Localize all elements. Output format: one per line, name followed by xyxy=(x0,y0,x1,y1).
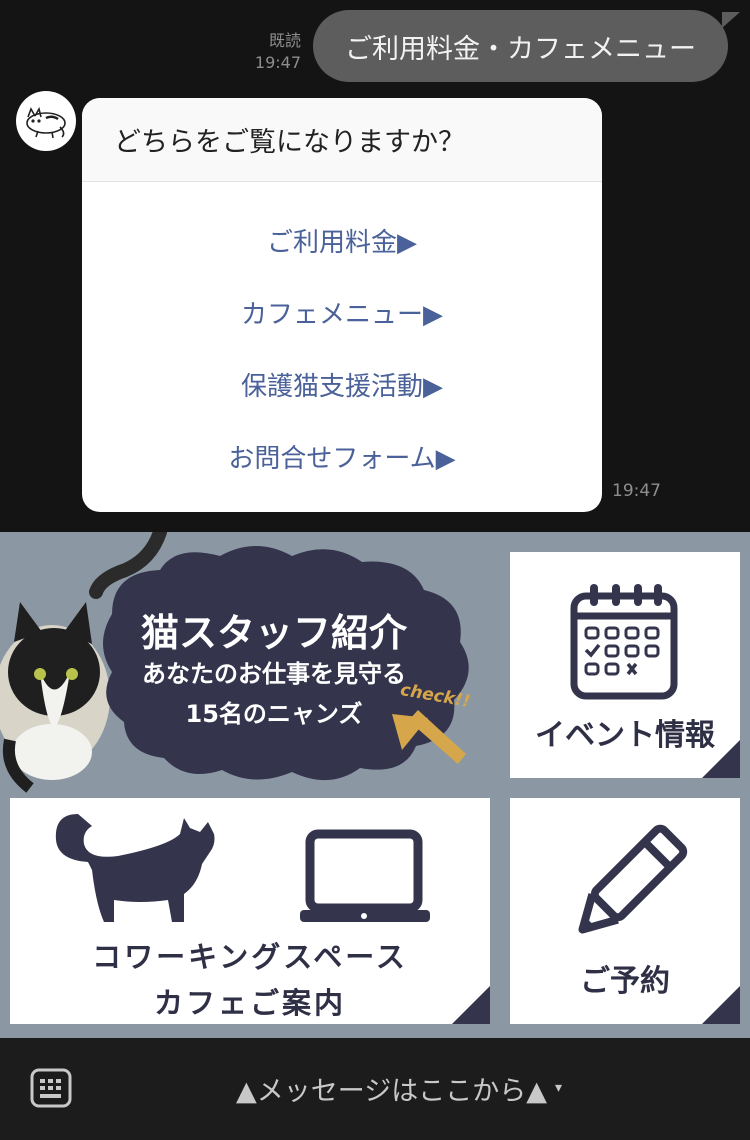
coworking-cafe-tile[interactable]: コワーキングスペース カフェご案内 xyxy=(10,798,490,1024)
rich-menu-toggle[interactable]: ▲メッセージはここから▲ ▾ xyxy=(236,1068,562,1108)
chevron-down-icon: ▾ xyxy=(555,1080,563,1096)
read-receipt: 既読 xyxy=(268,31,301,50)
rich-menu: 猫スタッフ紹介 あなたのお仕事を見守る 15名のニャンズ check!! イベン… xyxy=(0,532,750,1038)
cat-silhouette-icon xyxy=(55,814,215,922)
bot-avatar[interactable] xyxy=(16,91,76,151)
quick-reply-card: どちらをご覧になりますか？ ご利用料金▶ カフェメニュー▶ 保護猫支援活動▶ お… xyxy=(82,98,602,512)
rich-menu-prompt-text: ▲メッセージはここから▲ xyxy=(236,1075,547,1107)
keyboard-toggle-button[interactable] xyxy=(30,1068,72,1108)
tile-corner xyxy=(702,740,740,778)
option-rescue-cat-support[interactable]: 保護猫支援活動▶ xyxy=(82,356,602,412)
cat-avatar-icon xyxy=(26,106,66,139)
coworking-label-line2: カフェご案内 xyxy=(153,986,346,1020)
staff-banner-title: 猫スタッフ紹介 xyxy=(140,611,407,655)
option-pricing[interactable]: ご利用料金▶ xyxy=(82,212,602,268)
staff-intro-banner[interactable]: 猫スタッフ紹介 あなたのお仕事を見守る 15名のニャンズ check!! xyxy=(0,532,500,794)
received-time: 19:47 xyxy=(612,481,661,501)
reservation-tile[interactable]: ご予約 xyxy=(510,798,740,1024)
option-contact-form[interactable]: お問合せフォーム▶ xyxy=(82,428,602,484)
card-question: どちらをご覧になりますか？ xyxy=(82,98,602,182)
sent-message-row: 既読 19:47 ご利用料金・カフェメニュー xyxy=(255,10,740,82)
laptop-icon xyxy=(300,829,430,922)
event-info-tile[interactable]: イベント情報 xyxy=(510,552,740,778)
sent-time: 19:47 xyxy=(254,53,301,72)
bottom-bar: ▲メッセージはここから▲ ▾ xyxy=(0,1038,750,1140)
chat-area: 既読 19:47 ご利用料金・カフェメニュー どちらをご覧になりますか？ ご利用… xyxy=(0,0,750,532)
tile-corner xyxy=(452,986,490,1024)
sent-message-bubble[interactable]: ご利用料金・カフェメニュー xyxy=(313,10,740,82)
calendar-icon xyxy=(570,584,678,700)
option-cafe-menu[interactable]: カフェメニュー▶ xyxy=(82,284,602,340)
coworking-label-line1: コワーキングスペース xyxy=(92,940,408,974)
keyboard-icon xyxy=(30,1068,72,1108)
tile-corner xyxy=(702,986,740,1024)
sent-message-meta: 既読 19:47 xyxy=(255,30,301,74)
pencil-icon xyxy=(578,824,688,934)
